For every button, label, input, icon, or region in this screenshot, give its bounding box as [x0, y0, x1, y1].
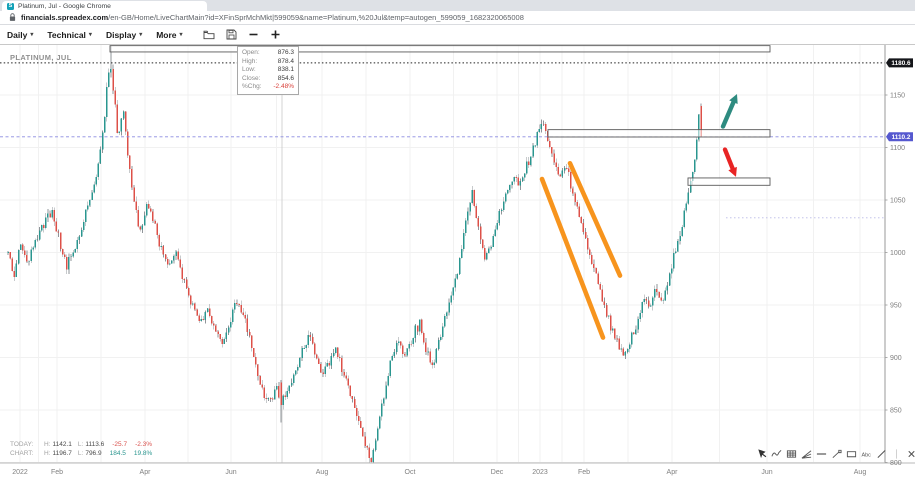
folder-icon	[203, 30, 215, 40]
save-chart-button[interactable]	[225, 28, 238, 41]
svg-text:1150: 1150	[890, 92, 905, 99]
svg-text:Feb: Feb	[51, 469, 63, 476]
chart-area[interactable]: 1150 1100 1050 1000 950 900 850 800 2022 Feb Apr Ju…	[0, 44, 915, 478]
svg-text:Jun: Jun	[225, 469, 236, 476]
tooltip-pctchg-row: %Chg:-2.48%	[242, 83, 294, 92]
horizontal-line-icon[interactable]	[816, 448, 827, 460]
fib-grid-icon[interactable]	[786, 448, 797, 460]
menu-daily[interactable]: Daily	[7, 30, 33, 40]
svg-text:1050: 1050	[890, 197, 906, 204]
text-icon[interactable]: Abc	[861, 448, 872, 460]
svg-text:1100: 1100	[890, 145, 905, 152]
svg-text:1180.6: 1180.6	[891, 60, 911, 67]
svg-text:2022: 2022	[12, 469, 28, 476]
url-text: financials.spreadex.com/en-GB/Home/LiveC…	[21, 13, 524, 22]
minus-icon	[248, 29, 259, 40]
rectangle-icon[interactable]	[846, 448, 857, 460]
tooltip-low-row: Low:838.1	[242, 66, 294, 75]
svg-text:950: 950	[890, 302, 902, 309]
ray-icon[interactable]	[876, 448, 887, 460]
toolbar-icon-group	[203, 28, 282, 41]
today-stats-row: TODAY:H:1142.1L:1113.6-25.7-2.3%	[10, 440, 152, 449]
trend-fan-icon[interactable]	[801, 448, 812, 460]
polyline-icon[interactable]	[771, 448, 782, 460]
browser-window: S Platinum, Jul - Google Chrome financia…	[0, 0, 915, 478]
chart-toolbar: Daily Technical Display More	[0, 25, 915, 44]
url-domain: financials.spreadex.com	[21, 13, 108, 22]
session-stats: TODAY:H:1142.1L:1113.6-25.7-2.3% CHART:H…	[10, 440, 152, 458]
menu-display[interactable]: Display	[106, 30, 142, 40]
open-chart-button[interactable]	[203, 28, 216, 41]
separator-icon	[891, 448, 902, 460]
tab-bar: S Platinum, Jul - Google Chrome	[0, 0, 915, 11]
ohlc-tooltip: Open:876.3 High:878.4 Low:838.1 Close:85…	[237, 46, 299, 95]
menu-technical[interactable]: Technical	[47, 30, 92, 40]
svg-text:Aug: Aug	[316, 469, 329, 476]
url-path: /en-GB/Home/LiveChartMain?id=XFinSprMchM…	[108, 13, 524, 22]
tooltip-open-row: Open:876.3	[242, 49, 294, 58]
floppy-icon	[226, 29, 237, 40]
site-favicon: S	[7, 3, 14, 10]
padlock-icon	[9, 13, 16, 22]
svg-text:Aug: Aug	[854, 469, 867, 476]
plus-icon	[270, 29, 281, 40]
zoom-in-button[interactable]	[269, 28, 282, 41]
svg-text:2023: 2023	[532, 469, 548, 476]
svg-text:Jun: Jun	[761, 469, 772, 476]
drawing-toolbar: Abc	[756, 448, 915, 460]
menu-more[interactable]: More	[156, 30, 182, 40]
price-chart-canvas[interactable]: 1150 1100 1050 1000 950 900 850 800 2022 Feb Apr Ju…	[0, 45, 915, 478]
svg-text:900: 900	[890, 355, 902, 362]
clear-icon[interactable]	[906, 448, 915, 460]
chart-stats-row: CHART:H:1196.7L:796.9184.519.8%	[10, 449, 152, 458]
zoom-out-button[interactable]	[247, 28, 260, 41]
svg-text:Apr: Apr	[140, 469, 152, 476]
svg-text:850: 850	[890, 407, 902, 414]
address-bar[interactable]: financials.spreadex.com/en-GB/Home/LiveC…	[0, 11, 915, 25]
cursor-icon[interactable]	[756, 448, 767, 460]
trend-line-icon[interactable]	[831, 448, 842, 460]
tab-title: Platinum, Jul - Google Chrome	[18, 3, 111, 10]
svg-text:Feb: Feb	[578, 469, 590, 476]
svg-text:Abc: Abc	[861, 452, 871, 458]
browser-tab[interactable]: S Platinum, Jul - Google Chrome	[2, 1, 207, 11]
svg-text:800: 800	[890, 460, 902, 467]
tooltip-close-row: Close:854.6	[242, 75, 294, 84]
symbol-label: PLATINUM, JUL	[10, 53, 72, 62]
tooltip-high-row: High:878.4	[242, 58, 294, 67]
svg-text:Oct: Oct	[405, 469, 416, 476]
svg-text:1110.2: 1110.2	[892, 134, 911, 141]
svg-text:1000: 1000	[890, 250, 906, 257]
svg-text:Apr: Apr	[667, 469, 679, 476]
svg-text:Dec: Dec	[491, 469, 504, 476]
